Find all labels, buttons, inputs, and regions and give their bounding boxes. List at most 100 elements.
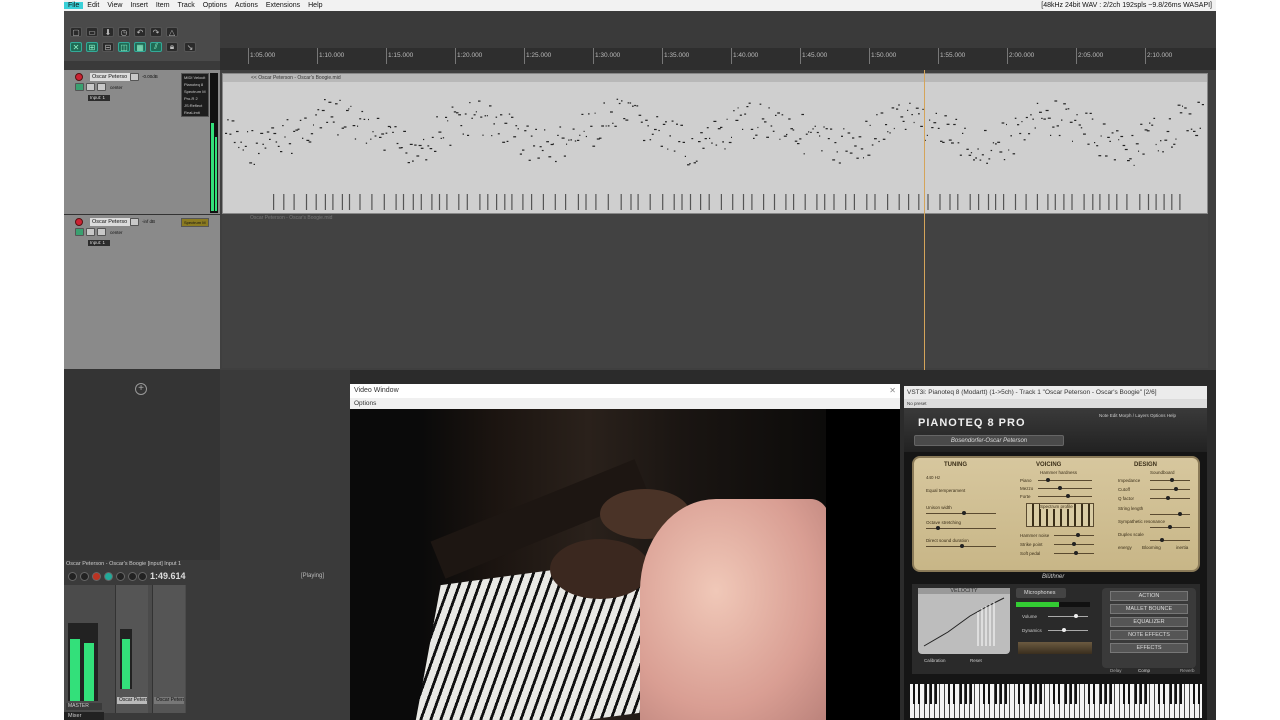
track-2[interactable]: Oscar Peterso -inf dB center Input: 1 Sp… (64, 215, 220, 370)
goto-start-icon[interactable] (68, 572, 77, 581)
track-name[interactable]: Oscar Peterso (90, 73, 130, 81)
string-slider[interactable] (1150, 512, 1190, 516)
video-options-menu[interactable]: Options (350, 398, 900, 409)
record-icon[interactable] (92, 572, 101, 581)
tuning-temperament[interactable]: Equal temperament (926, 488, 965, 493)
fx-item[interactable]: Spectrum M (182, 88, 208, 95)
input-select[interactable]: Input: 1 (88, 95, 110, 101)
impedance-slider[interactable] (1150, 478, 1190, 482)
solo-button[interactable] (97, 228, 106, 236)
reset-button[interactable]: Reset (970, 658, 982, 663)
grid-icon[interactable]: ▦ (134, 42, 146, 52)
preset-bar[interactable]: No preset (904, 399, 1207, 408)
soft-slider[interactable] (1054, 551, 1094, 555)
stop-icon[interactable] (128, 572, 137, 581)
grouping-icon[interactable]: ⊞ (86, 42, 98, 52)
volume-knob[interactable] (130, 218, 139, 226)
pause-icon[interactable] (138, 572, 147, 581)
menu-file[interactable]: File (64, 2, 84, 9)
delay-toggle[interactable]: Delay (1110, 668, 1122, 673)
pianoteq-nav[interactable]: Note Edit Morph / Layers Options Help (1099, 413, 1176, 418)
tuning-hz[interactable]: 440 Hz (926, 475, 940, 480)
input-select[interactable]: Input: 1 (88, 240, 110, 246)
reverb-toggle[interactable]: Reverb (1180, 668, 1195, 673)
cursor-tool-icon[interactable]: ↘ (184, 42, 196, 52)
octave-slider[interactable] (926, 526, 996, 530)
menu-item[interactable]: Item (152, 2, 174, 9)
midi-item[interactable]: << Oscar Peterson - Oscar's Boogie.mid (222, 73, 1208, 214)
pianoteq-window[interactable]: VST3i: Pianoteq 8 (Modartt) (1->5ch) - T… (904, 386, 1207, 720)
metronome-icon[interactable]: △ (166, 27, 178, 37)
volume-knob[interactable] (130, 73, 139, 81)
fx-item[interactable]: Spectrum M (182, 219, 208, 226)
fx-list[interactable]: Spectrum M (181, 218, 209, 227)
empty-track-area[interactable]: + (64, 370, 220, 560)
menu-view[interactable]: View (103, 2, 126, 9)
rewind-icon[interactable] (80, 572, 89, 581)
menu-track[interactable]: Track (174, 2, 199, 9)
fx-item[interactable]: ReaLimit (182, 109, 208, 116)
envelope-icon[interactable]: ⊟ (102, 42, 114, 52)
repeat-icon[interactable] (116, 572, 125, 581)
solo-button[interactable] (97, 83, 106, 91)
timeline-ruler[interactable]: 1:05.000 1:10.000 1:15.000 1:20.000 1:25… (220, 48, 1216, 70)
fx-item[interactable]: MIDI Velocit (182, 74, 208, 81)
cutoff-slider[interactable] (1150, 487, 1190, 491)
piano-keyboard[interactable] (910, 684, 1202, 718)
close-icon[interactable]: ✕ (889, 386, 896, 395)
project-settings-icon[interactable]: ◷ (118, 27, 130, 37)
pedals[interactable] (1018, 642, 1092, 654)
arrange-view[interactable]: << Oscar Peterson - Oscar's Boogie.mid O… (220, 70, 1216, 370)
unison-slider[interactable] (926, 511, 996, 515)
forte-slider[interactable] (1038, 494, 1092, 498)
mezzo-slider[interactable] (1038, 486, 1092, 490)
fx-item[interactable]: Pianoteq 8 (182, 81, 208, 88)
play-icon[interactable] (104, 572, 113, 581)
track-1[interactable]: Oscar Peterso -0.00dB center Input: 1 MI… (64, 70, 220, 215)
microphones-button[interactable]: Microphones (1016, 588, 1066, 598)
noise-slider[interactable] (1054, 533, 1094, 537)
duplex-slider[interactable] (1150, 538, 1190, 542)
action-button[interactable]: ACTION (1110, 591, 1188, 601)
new-project-icon[interactable]: ▢ (70, 27, 82, 37)
mixer-strip-1[interactable]: Oscar Petersc (115, 585, 148, 713)
mute-button[interactable] (86, 228, 95, 236)
dynamics-slider[interactable] (1048, 628, 1088, 632)
comp-toggle[interactable]: Comp (1138, 668, 1150, 673)
snap-icon[interactable]: ◫ (118, 42, 130, 52)
menu-actions[interactable]: Actions (231, 2, 262, 9)
audio-item[interactable]: Oscar Peterson - Oscar's Boogie.mid (222, 214, 1208, 368)
sympathetic-slider[interactable] (1150, 525, 1190, 529)
menu-options[interactable]: Options (199, 2, 231, 9)
fx-item[interactable]: JS:Reflect (182, 102, 208, 109)
add-track-icon[interactable]: + (135, 383, 147, 395)
calibration-button[interactable]: Calibration (924, 658, 946, 663)
redo-icon[interactable]: ↷ (150, 27, 162, 37)
velocity-curve[interactable]: VELOCITY (918, 588, 1010, 654)
effects-button[interactable]: EFFECTS (1110, 643, 1188, 653)
fx-button[interactable] (75, 83, 84, 91)
menu-extensions[interactable]: Extensions (262, 2, 304, 9)
direct-slider[interactable] (926, 544, 996, 548)
menu-edit[interactable]: Edit (83, 2, 103, 9)
video-window[interactable]: Video Window ✕ Options (350, 384, 900, 720)
mixer-tab[interactable]: Mixer (64, 712, 104, 720)
mixer-strip-2[interactable]: Oscar Peterso (152, 585, 185, 713)
menu-insert[interactable]: Insert (126, 2, 152, 9)
mallet-bounce-button[interactable]: MALLET BOUNCE (1110, 604, 1188, 614)
lock-icon[interactable]: 🔒︎ (166, 42, 178, 52)
fx-item[interactable]: Pro-R 2 (182, 95, 208, 102)
volume-slider[interactable] (1048, 614, 1088, 618)
q-slider[interactable] (1150, 496, 1190, 500)
ripple-edit-icon[interactable]: ✕ (70, 42, 82, 52)
piano-slider[interactable] (1038, 478, 1092, 482)
track-name[interactable]: Oscar Peterso (90, 218, 130, 226)
crossfade-icon[interactable]: ⫽ (150, 42, 162, 52)
fx-list[interactable]: MIDI Velocit Pianoteq 8 Spectrum M Pro-R… (181, 73, 209, 117)
equalizer-button[interactable]: EQUALIZER (1110, 617, 1188, 627)
menu-help[interactable]: Help (304, 2, 326, 9)
note-effects-button[interactable]: NOTE EFFECTS (1110, 630, 1188, 640)
mute-button[interactable] (86, 83, 95, 91)
fx-button[interactable] (75, 228, 84, 236)
open-project-icon[interactable]: ▭ (86, 27, 98, 37)
